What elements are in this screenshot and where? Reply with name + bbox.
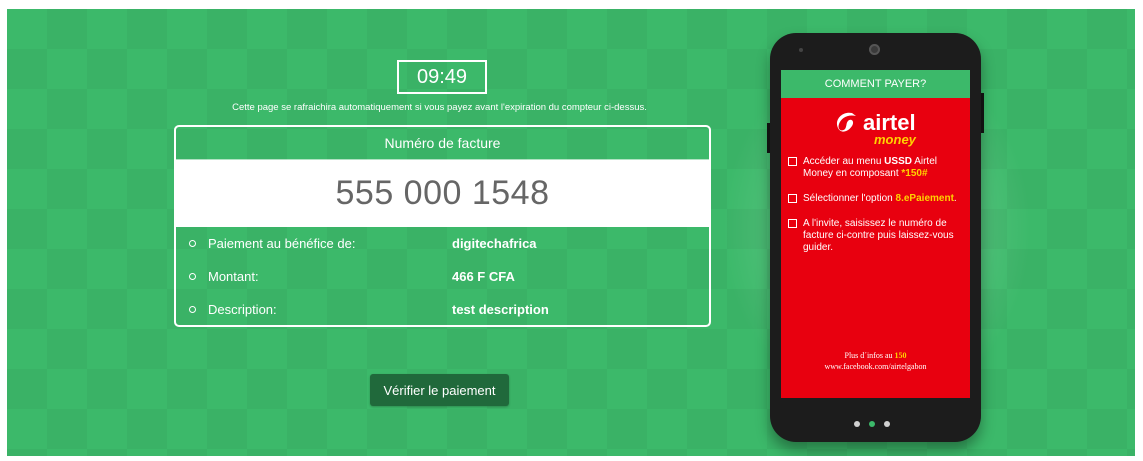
bullet-icon xyxy=(189,306,196,313)
checkbox-icon xyxy=(788,157,797,166)
invoice-header: Numéro de facture xyxy=(176,127,709,160)
payment-step-2: Sélectionner l'option 8.ePaiement. xyxy=(781,193,970,205)
detail-label: Description: xyxy=(208,302,277,317)
detail-row-beneficiary: Paiement au bénéfice de: digitechafrica xyxy=(176,227,709,260)
step-highlight: USSD xyxy=(884,156,912,167)
detail-value: test description xyxy=(452,302,549,317)
step-text: Accéder au menu xyxy=(803,156,885,167)
how-to-pay-header: COMMENT PAYER? xyxy=(781,70,970,98)
info-number: 150 xyxy=(894,351,907,360)
detail-value: digitechafrica xyxy=(452,236,537,251)
info-line: Plus d´infos au 150 xyxy=(781,350,970,361)
bullet-icon xyxy=(189,240,196,247)
bullet-icon xyxy=(189,273,196,280)
phone-side-button xyxy=(981,93,984,133)
detail-row-amount: Montant: 466 F CFA xyxy=(176,260,709,293)
info-text: Plus d´infos au xyxy=(844,351,895,360)
payment-step-3: A l'invite, saisissez le numéro de factu… xyxy=(781,218,970,254)
airtel-money-logo: airtel money xyxy=(781,98,970,156)
detail-label: Paiement au bénéfice de: xyxy=(208,236,356,251)
refresh-note: Cette page se rafraichira automatiquemen… xyxy=(232,102,647,113)
invoice-card: Numéro de facture 555 000 1548 Paiement … xyxy=(174,125,711,327)
info-footer: Plus d´infos au 150 www.facebook.com/air… xyxy=(781,350,970,372)
phone-screen: COMMENT PAYER? airtel money Accéder au m… xyxy=(781,70,970,398)
detail-label: Montant: xyxy=(208,269,259,284)
step-text: . xyxy=(953,193,957,204)
invoice-number: 555 000 1548 xyxy=(176,160,709,227)
step-text: A l'invite, saisissez le numéro de factu… xyxy=(803,218,954,253)
logo-money-text: money xyxy=(874,132,916,147)
verify-payment-button[interactable]: Vérifier le paiement xyxy=(370,374,509,406)
carousel-dots xyxy=(854,414,904,427)
countdown-timer: 09:49 xyxy=(397,60,487,94)
checkbox-icon xyxy=(788,219,797,228)
ussd-code: *150# xyxy=(901,168,928,179)
detail-value: 466 F CFA xyxy=(452,269,515,284)
logo-brand-text: airtel xyxy=(863,110,916,135)
phone-mockup: COMMENT PAYER? airtel money Accéder au m… xyxy=(767,33,984,442)
payment-step-1: Accéder au menu USSD Airtel Money en com… xyxy=(781,156,970,180)
carousel-dot-active[interactable] xyxy=(869,421,875,427)
checkbox-icon xyxy=(788,194,797,203)
payment-page: 09:49 Cette page se rafraichira automati… xyxy=(7,9,1135,456)
facebook-link[interactable]: www.facebook.com/airtelgabon xyxy=(781,361,970,372)
detail-row-description: Description: test description xyxy=(176,293,709,325)
phone-camera-icon xyxy=(869,44,880,55)
phone-sensor-icon xyxy=(799,48,803,52)
option-code: 8.ePaiement xyxy=(895,193,954,204)
carousel-dot[interactable] xyxy=(884,421,890,427)
airtel-swirl-icon xyxy=(836,112,856,132)
phone-side-button xyxy=(767,123,770,153)
step-text: Sélectionner l'option xyxy=(803,193,896,204)
carousel-dot[interactable] xyxy=(854,421,860,427)
